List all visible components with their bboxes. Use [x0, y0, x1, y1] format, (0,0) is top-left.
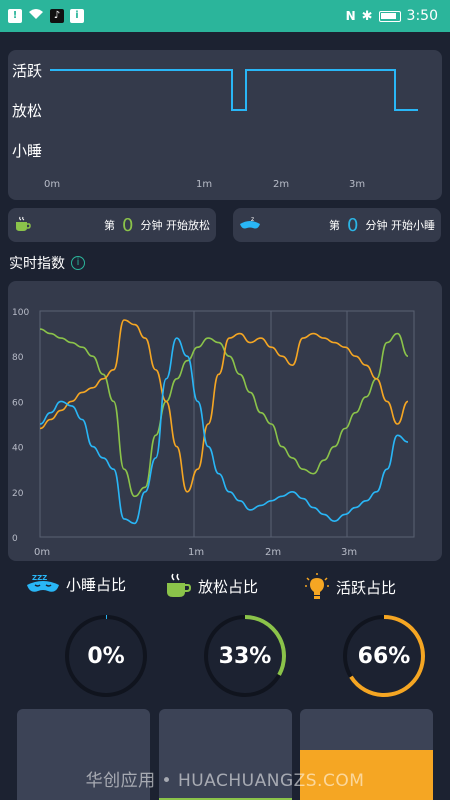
nap-prefix: 第 [329, 219, 341, 232]
state-timeline-card: 活跃 放松 小睡 0m 1m 2m 3m [8, 50, 442, 200]
active-ratio-ring: 66% [342, 614, 426, 698]
legend-active: 活跃占比 [304, 572, 396, 602]
plot-frame [39, 310, 415, 538]
sleep-mask-icon: z [240, 216, 260, 229]
x-tick-label: 3m [341, 547, 357, 558]
state-x-tick: 0m [44, 179, 61, 190]
state-x-tick: 2m [273, 179, 290, 190]
nap-start-card: z 第 0 分钟 开始小睡 [233, 208, 441, 242]
realtime-chart-card: 100 80 60 40 20 0 0m 1m 2m 3m [8, 281, 442, 561]
bluetooth-icon: ✱ [361, 8, 373, 24]
relax-ratio-ring: 33% [203, 614, 287, 698]
series-line-1 [39, 319, 409, 493]
y-tick-label: 100 [12, 308, 29, 318]
nap-ratio-value: 0% [87, 643, 125, 669]
sleep-mask-icon: ZZZ [27, 574, 59, 592]
relax-suffix: 分钟 开始放松 [140, 219, 211, 232]
info-app-icon: i [70, 9, 84, 23]
state-timeline-line [50, 69, 418, 111]
teacup-icon [16, 216, 31, 231]
tiktok-icon: ♪ [50, 9, 64, 23]
watermark: 华创应用 • HUACHUANGZS.COM [85, 771, 365, 791]
info-icon[interactable]: i [71, 256, 85, 270]
legend-active-label: 活跃占比 [336, 578, 397, 597]
notification-icon: ! [8, 9, 22, 23]
nap-minute-value: 0 [347, 214, 359, 236]
state-x-tick: 3m [349, 179, 366, 190]
relax-start-card: 第 0 分钟 开始放松 [8, 208, 216, 242]
nap-ratio-ring: 0% [64, 614, 148, 698]
lightbulb-icon [305, 573, 329, 599]
y-tick-label: 20 [12, 489, 24, 499]
legend-relax: 放松占比 [164, 572, 258, 600]
y-tick-label: 40 [12, 444, 24, 454]
legend-nap: ZZZ 小睡占比 [26, 572, 126, 596]
y-tick-label: 60 [12, 398, 24, 408]
state-x-tick: 1m [196, 179, 213, 190]
x-tick-label: 0m [34, 547, 50, 558]
wifi-icon [28, 8, 44, 24]
battery-icon [378, 10, 401, 22]
relax-prefix: 第 [104, 219, 116, 232]
realtime-index-title: 实时指数 [9, 256, 65, 272]
x-tick-label: 1m [188, 547, 204, 558]
relax-minute-value: 0 [122, 214, 134, 236]
section-title: 实时指数 i [9, 253, 85, 273]
status-left-icons: ! ♪ i [8, 8, 84, 24]
teacup-icon [167, 573, 192, 597]
status-bar: ! ♪ i N ✱ 3:50 [0, 0, 450, 32]
x-tick-label: 2m [265, 547, 281, 558]
svg-text:ZZZ: ZZZ [32, 574, 47, 582]
relax-ratio-value: 33% [218, 643, 272, 669]
series-line-2 [39, 337, 409, 525]
status-time: 3:50 [406, 8, 438, 24]
y-tick-label: 0 [12, 534, 18, 544]
legend-relax-label: 放松占比 [198, 577, 259, 596]
realtime-line-chart: 100 80 60 40 20 0 0m 1m 2m 3m [12, 308, 415, 558]
svg-text:z: z [251, 216, 254, 223]
legend-nap-label: 小睡占比 [66, 575, 127, 594]
y-tick-label: 80 [12, 353, 24, 363]
nap-suffix: 分钟 开始小睡 [365, 219, 436, 232]
active-ratio-value: 66% [357, 643, 411, 669]
status-right-icons: N ✱ 3:50 [346, 8, 438, 24]
nfc-icon: N [345, 9, 356, 23]
